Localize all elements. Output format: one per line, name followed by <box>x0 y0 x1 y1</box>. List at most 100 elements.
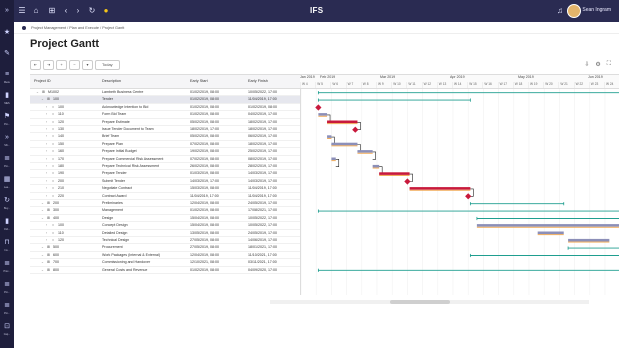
task-bar[interactable] <box>379 172 410 175</box>
task-bar[interactable] <box>331 157 336 161</box>
expand-chevron-icon[interactable]: › <box>46 237 47 244</box>
col-early-finish[interactable]: Early Finish <box>248 79 268 83</box>
back-icon[interactable]: ‹ <box>60 5 72 17</box>
table-row[interactable]: ⌄ ⊞ 200 Preliminaries 12/04/2019, 08:00 24/05… <box>30 200 300 208</box>
settings-icon[interactable]: ⚙ <box>595 61 600 68</box>
expand-chevron-icon[interactable]: ⌄ <box>41 259 44 266</box>
expand-chevron-icon[interactable]: › <box>46 104 47 111</box>
table-row[interactable]: › ○ 100 Concept Design 15/04/2019, 08:00 10/0… <box>30 222 300 230</box>
milestone-diamond[interactable] <box>465 193 472 200</box>
table-row[interactable]: ⌄ ⊞ 600 Work Packages (Internal & External)… <box>30 252 300 260</box>
expand-chevron-icon[interactable]: › <box>46 170 47 177</box>
scroll-thumb[interactable] <box>390 300 450 304</box>
expand-rail-icon[interactable]: » <box>2 6 12 16</box>
zoom-in-button[interactable]: + <box>56 60 67 70</box>
expand-chevron-icon[interactable]: › <box>46 111 47 118</box>
avatar[interactable] <box>567 4 581 18</box>
bars-icon[interactable]: ≣ <box>2 280 12 290</box>
task-bar[interactable] <box>331 142 358 146</box>
table-row[interactable]: › ○ 180 Prepare Technical Risk Assessment 26… <box>30 163 300 171</box>
expand-chevron-icon[interactable]: ⌄ <box>41 215 44 222</box>
expand-chevron-icon[interactable]: › <box>46 163 47 170</box>
task-bar[interactable] <box>409 187 471 190</box>
task-bar[interactable] <box>357 150 373 153</box>
flag-icon[interactable]: ⚑ <box>2 112 12 122</box>
star-icon[interactable]: ★ <box>2 28 12 38</box>
expand-chevron-icon[interactable]: › <box>46 126 47 133</box>
table-row[interactable]: ⌄ ⊞ 300 Management 01/02/2019, 08:00 17/08/20… <box>30 207 300 215</box>
table-row[interactable]: › ○ 140 Brief Team 05/02/2019, 08:00 06/02/20… <box>30 133 300 141</box>
breadcrumb-text[interactable]: Project Management / Plan and Execute / … <box>31 26 124 30</box>
cart-icon[interactable]: ⊓ <box>2 238 12 248</box>
collapse-button[interactable]: ⇤ <box>30 60 41 70</box>
table-row[interactable]: › ○ 120 Technical Design 27/05/2019, 08:00 14… <box>30 237 300 245</box>
table-row[interactable]: › ○ 190 Prepare Tender 01/03/2019, 08:00 14/0… <box>30 170 300 178</box>
apps-grid-icon[interactable]: ⊞ <box>46 5 58 17</box>
table-row[interactable]: › ○ 160 Prepare Initial Budget 19/02/2019, 0… <box>30 148 300 156</box>
expand-chevron-icon[interactable]: › <box>46 156 47 163</box>
table-row[interactable]: ⌄ ⊞ M1002 Lambeth Business Centre 01/02/2019… <box>30 89 300 97</box>
forward-icon[interactable]: › <box>72 5 84 17</box>
table-row[interactable]: › ○ 220 Contract Award 11/04/2019, 17:00 11/0… <box>30 193 300 200</box>
today-button[interactable]: Today <box>95 60 120 70</box>
menu-icon[interactable]: ☰ <box>16 5 28 17</box>
bell-icon[interactable]: ♫ <box>554 5 566 17</box>
zoom-out-button[interactable]: − <box>69 60 80 70</box>
expand-chevron-icon[interactable]: ⌄ <box>41 252 44 259</box>
table-row[interactable]: ⌄ ⊞ 100 Tender 01/02/2019, 08:00 11/04/2019, … <box>30 96 300 104</box>
bars-icon[interactable]: ≣ <box>2 259 12 269</box>
table-row[interactable]: › ○ 170 Prepare Commercial Risk Assessment 0… <box>30 156 300 163</box>
home-icon[interactable]: ⌂ <box>30 5 42 17</box>
expand-chevron-icon[interactable]: › <box>46 230 47 237</box>
expand-chevron-icon[interactable]: › <box>46 185 47 192</box>
lightbulb-icon[interactable]: ● <box>100 5 112 17</box>
refresh-icon[interactable]: ↻ <box>2 196 12 206</box>
table-row[interactable]: › ○ 110 Form Bid Team 01/02/2019, 08:00 04/02… <box>30 111 300 119</box>
bars-icon[interactable]: ≣ <box>2 301 12 311</box>
expand-chevron-icon[interactable]: ⌄ <box>41 96 44 103</box>
task-bar[interactable] <box>537 231 564 235</box>
task-bar[interactable] <box>327 135 332 138</box>
export-icon[interactable]: ⇩ <box>584 61 589 68</box>
table-row[interactable]: › ○ 200 Submit Tender 14/03/2019, 17:00 14/03… <box>30 178 300 186</box>
expand-chevron-icon[interactable]: › <box>46 148 47 155</box>
expand-chevron-icon[interactable]: ⌄ <box>41 207 44 214</box>
bars-icon[interactable]: ≣ <box>2 154 12 164</box>
table-row[interactable]: ⌄ ⊞ 800 General Costs and Revenue 01/02/2019… <box>30 267 300 274</box>
task-bar[interactable] <box>568 238 610 242</box>
col-early-start[interactable]: Early Start <box>190 79 208 83</box>
user-name[interactable]: Sean Ingram <box>582 7 611 13</box>
car-icon[interactable]: ⊡ <box>2 322 12 332</box>
horizontal-scrollbar[interactable] <box>270 300 589 304</box>
col-description[interactable]: Description <box>102 79 121 83</box>
table-row[interactable]: ⌄ ⊞ 500 Procurement 27/05/2019, 08:00 18/01/2… <box>30 244 300 252</box>
table-row[interactable]: › ○ 210 Negotiate Contract 15/03/2019, 08:00… <box>30 185 300 193</box>
task-bar[interactable] <box>476 224 619 227</box>
chevrons-icon[interactable]: » <box>2 133 12 143</box>
expand-chevron-icon[interactable]: › <box>46 193 47 200</box>
chart-icon[interactable]: ▮ <box>2 217 12 227</box>
list-icon[interactable]: ≡ <box>2 70 12 80</box>
expand-chevron-icon[interactable]: ⌄ <box>41 200 44 207</box>
table-row[interactable]: › ○ 150 Prepare Plan 07/02/2019, 08:00 18/02/… <box>30 141 300 149</box>
expand-chevron-icon[interactable]: › <box>46 119 47 126</box>
table-row[interactable]: ⌄ ⊞ 700 Commissioning and Handover 12/10/202… <box>30 259 300 267</box>
refresh-icon[interactable]: ↻ <box>86 5 98 17</box>
expand-chevron-icon[interactable]: › <box>46 222 47 229</box>
col-project-id[interactable]: Project ID <box>34 79 51 83</box>
table-row[interactable]: ⌄ ⊞ 400 Design 15/04/2019, 08:00 10/05/2022, … <box>30 215 300 223</box>
task-bar[interactable] <box>327 120 358 124</box>
expand-button[interactable]: ⇥ <box>43 60 54 70</box>
task-bar[interactable] <box>318 113 328 116</box>
expand-chevron-icon[interactable]: › <box>46 133 47 140</box>
milestone-diamond[interactable] <box>352 126 359 133</box>
milestone-diamond[interactable] <box>404 178 411 185</box>
dropdown-button[interactable]: ▾ <box>82 60 93 70</box>
expand-chevron-icon[interactable]: › <box>46 178 47 185</box>
grid-icon[interactable]: ▦ <box>2 175 12 185</box>
table-row[interactable]: › ○ 130 Issue Tender Document to Team 18/02/… <box>30 126 300 134</box>
expand-chevron-icon[interactable]: ⌄ <box>36 89 39 96</box>
table-row[interactable]: › ○ 110 Detailed Design 13/05/2019, 08:00 24/… <box>30 230 300 237</box>
expand-chevron-icon[interactable]: ⌄ <box>41 267 44 274</box>
task-bar[interactable] <box>372 164 380 168</box>
